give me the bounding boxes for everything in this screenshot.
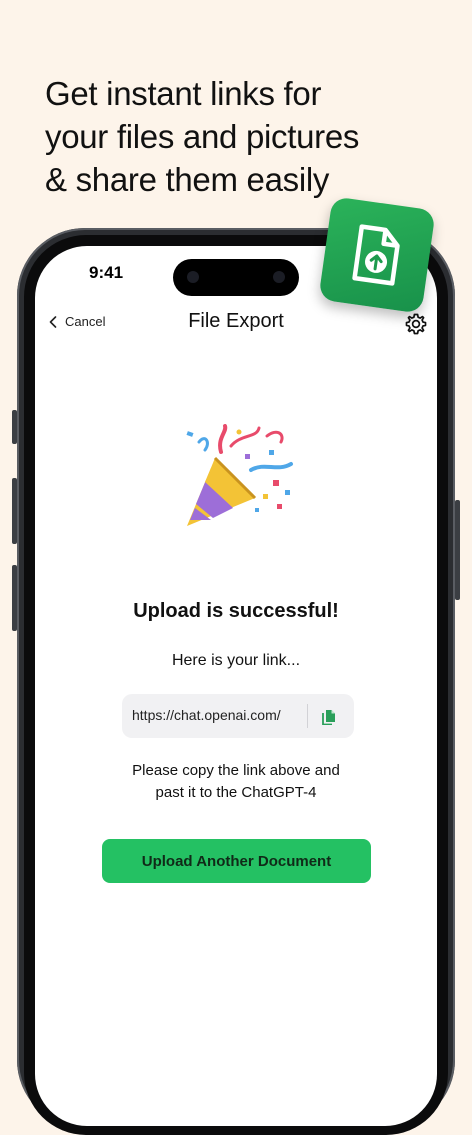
marketing-headline: Get instant links for your files and pic… [45,72,445,201]
link-intro: Here is your link... [171,652,301,669]
copy-icon [322,710,335,725]
camera-icon [187,271,199,283]
dynamic-island [173,259,299,296]
link-value[interactable]: https://chat.openai.com/ [132,707,281,723]
sensor-icon [273,271,285,283]
instruction-text: Please copy the link above and past it t… [35,760,437,804]
gear-icon [405,313,427,335]
phone-power-button [455,500,460,600]
headline-line-3: & share them easily [45,161,330,198]
status-time: 9:41 [89,263,124,282]
party-popper-icon [186,424,293,526]
settings-button[interactable] [404,312,428,336]
headline-line-2: your files and pictures [45,118,360,155]
file-upload-icon [352,224,400,286]
page-title: File Export [188,310,284,332]
link-field[interactable]: https://chat.openai.com/ [122,694,354,738]
instruction-line-2: past it to the ChatGPT-4 [155,784,317,801]
app-badge [318,196,436,314]
instruction-line-1: Please copy the link above and [132,762,340,779]
phone-screen: 9:41 Cancel File Export Upload is succes… [35,246,437,1126]
link-divider [307,704,308,728]
copy-link-button[interactable] [316,704,342,728]
headline-line-1: Get instant links for [45,75,322,112]
success-title: Upload is successful! [133,600,339,622]
upload-another-document-button[interactable]: Upload Another Document [102,839,371,883]
navigation-bar: Cancel File Export [35,308,437,338]
